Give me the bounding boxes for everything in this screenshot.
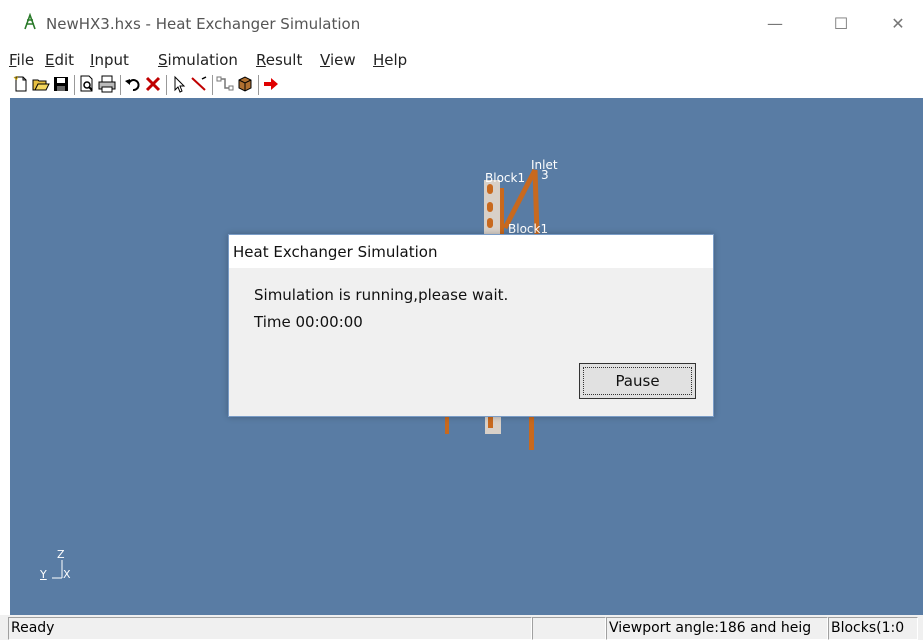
- select-pointer-icon[interactable]: [170, 75, 188, 93]
- toolbar-separator: [166, 75, 167, 95]
- menu-bar: File Edit Input Simulation Result View H…: [0, 48, 923, 72]
- menu-result[interactable]: Result: [256, 51, 302, 69]
- delete-icon[interactable]: [144, 75, 162, 93]
- dialog-title: Heat Exchanger Simulation: [233, 243, 438, 261]
- dialog-time: Time 00:00:00: [254, 313, 363, 331]
- dialog-title-bar: Heat Exchanger Simulation: [229, 235, 713, 268]
- window-title: NewHX3.hxs - Heat Exchanger Simulation: [46, 15, 361, 33]
- axis-y-label: Y: [40, 568, 47, 581]
- axis-z-label: Z: [57, 548, 65, 561]
- toolbar-separator: [120, 75, 121, 95]
- new-file-icon[interactable]: [12, 75, 30, 93]
- status-bar: Ready Viewport angle:186 and heig Blocks…: [0, 615, 923, 640]
- pipe-lower-left: [445, 414, 449, 434]
- maximize-button[interactable]: ☐: [821, 8, 861, 40]
- status-ready: Ready: [8, 617, 532, 640]
- block1-label: Block1: [485, 171, 526, 185]
- pipe-lower-right: [529, 414, 534, 450]
- block-icon[interactable]: [236, 75, 254, 93]
- status-empty-cell: [532, 617, 606, 640]
- connect-icon[interactable]: [216, 75, 234, 93]
- menu-view[interactable]: View: [320, 51, 356, 69]
- toolbar-separator: [74, 75, 75, 95]
- toolbar: [10, 73, 923, 97]
- print-preview-icon[interactable]: [78, 75, 96, 93]
- run-arrow-icon[interactable]: [262, 75, 280, 93]
- print-icon[interactable]: [98, 75, 116, 93]
- simulation-progress-dialog: Heat Exchanger Simulation Simulation is …: [228, 234, 714, 417]
- dialog-message: Simulation is running,please wait.: [254, 286, 509, 304]
- app-icon: [24, 13, 36, 30]
- toolbar-separator: [258, 75, 259, 95]
- menu-input[interactable]: Input: [90, 51, 129, 69]
- pause-button-focus-ring: [583, 367, 692, 395]
- status-viewport-angle: Viewport angle:186 and heig: [606, 617, 828, 640]
- close-button[interactable]: ✕: [878, 8, 918, 40]
- menu-file[interactable]: File: [9, 51, 34, 69]
- pause-button[interactable]: Pause: [579, 363, 696, 399]
- minimize-button[interactable]: —: [755, 8, 795, 40]
- save-icon[interactable]: [52, 75, 70, 93]
- status-blocks: Blocks(1:0: [828, 617, 918, 640]
- block1-tube: [487, 218, 493, 228]
- open-folder-icon[interactable]: [32, 75, 50, 93]
- axis-indicator: [52, 560, 63, 579]
- title-bar: NewHX3.hxs - Heat Exchanger Simulation —…: [0, 0, 923, 48]
- toolbar-separator: [212, 75, 213, 95]
- menu-edit[interactable]: Edit: [45, 51, 74, 69]
- axis-x-label: X: [63, 568, 71, 581]
- menu-help[interactable]: Help: [373, 51, 407, 69]
- block1-tube: [487, 202, 493, 212]
- menu-simulation[interactable]: Simulation: [158, 51, 238, 69]
- undo-icon[interactable]: [124, 75, 142, 93]
- inlet-number-label: 3: [541, 168, 549, 182]
- draw-line-icon[interactable]: [190, 75, 208, 93]
- block1-tube: [487, 184, 493, 194]
